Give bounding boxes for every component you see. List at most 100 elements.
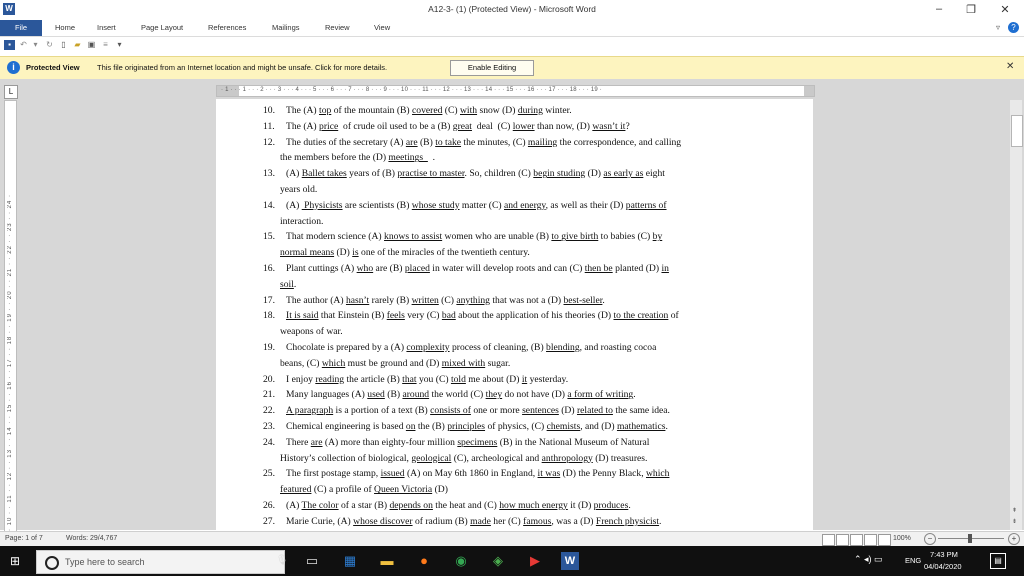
question-continuation: years old. — [280, 183, 318, 195]
zoom-level[interactable]: 100% — [893, 535, 911, 542]
question-text: Chocolate is prepared by a (A) complexit… — [286, 341, 657, 353]
print-preview-icon[interactable]: ▣ — [86, 40, 97, 50]
zoom-in-icon[interactable]: + — [1008, 533, 1020, 545]
question-text: Chemical engineering is based on the (B)… — [286, 420, 668, 432]
question-continuation: the members before the (D) meetings . — [280, 152, 436, 164]
prev-page-icon[interactable]: ⇞ — [1012, 507, 1017, 514]
app-icon[interactable]: ◈ — [489, 552, 507, 570]
new-document-icon[interactable]: ▯ — [58, 40, 69, 50]
protected-view-message[interactable]: This file originated from an Internet lo… — [97, 63, 387, 72]
question-number: 14. — [263, 199, 275, 211]
tab-home[interactable]: Home — [55, 23, 75, 32]
info-shield-icon: i — [7, 61, 20, 74]
question-item: 27. Marie Curie, (A) whose discover of ra… — [263, 514, 783, 530]
status-bar: Page: 1 of 7 Words: 29/4,767 100% − + — [0, 531, 1024, 547]
title-bar: W A12-3- (1) (Protected View) - Microsof… — [0, 0, 1024, 20]
question-text: The (A) top of the mountain (B) covered … — [286, 105, 572, 116]
scrollbar-thumb[interactable] — [1011, 115, 1023, 147]
question-number: 12. — [263, 136, 275, 148]
question-text: The (A) price of crude oil used to be a … — [286, 120, 630, 132]
tab-mailings[interactable]: Mailings — [272, 23, 300, 32]
quick-access-toolbar: ▪ ↶ ▾ ↻ ▯ ▰ ▣ ≡ ▾ — [0, 37, 1024, 54]
customize-qat-icon[interactable]: ▾ — [114, 40, 125, 50]
question-item: 21. Many languages (A) used (B) around th… — [263, 387, 783, 403]
vertical-ruler[interactable]: · 10 · · 11 · · 12 · · 13 · · 14 · · 15 … — [4, 100, 17, 532]
window-title: A12-3- (1) (Protected View) - Microsoft … — [428, 4, 596, 14]
tab-selector[interactable]: L — [4, 85, 18, 99]
question-continuation: interaction. — [280, 215, 324, 227]
vertical-scrollbar[interactable] — [1010, 100, 1022, 530]
question-number: 10. — [263, 105, 275, 116]
tab-insert[interactable]: Insert — [97, 23, 116, 32]
question-number: 22. — [263, 405, 275, 417]
help-icon[interactable]: ? — [1008, 22, 1019, 33]
full-screen-view-icon[interactable] — [836, 534, 849, 546]
next-page-icon[interactable]: ⇟ — [1012, 518, 1017, 525]
question-text: (A) Ballet takes years of (B) practise t… — [286, 168, 665, 180]
question-number: 26. — [263, 499, 275, 511]
document-body[interactable]: 10. The (A) top of the mountain (B) cover… — [263, 103, 783, 530]
system-tray-icons[interactable]: ⌃ ◂) ▭ — [854, 554, 883, 565]
vertical-ruler-numbers: · 10 · · 11 · · 12 · · 13 · · 14 · · 15 … — [7, 194, 13, 531]
enable-editing-button[interactable]: Enable Editing — [450, 60, 534, 76]
save-icon[interactable]: ▪ — [4, 40, 15, 50]
web-layout-view-icon[interactable] — [850, 534, 863, 546]
question-number: 11. — [263, 120, 275, 132]
tab-view[interactable]: View — [374, 23, 390, 32]
taskbar-search-box[interactable]: Type here to search — [36, 550, 285, 574]
outline-view-icon[interactable] — [864, 534, 877, 546]
chrome-icon[interactable]: ◉ — [452, 552, 470, 570]
microphone-icon[interactable]: 🎙 — [273, 552, 291, 570]
zoom-slider-thumb[interactable] — [968, 534, 972, 543]
clock-time[interactable]: 7:43 PM — [930, 550, 958, 559]
question-number: 24. — [263, 436, 275, 448]
ribbon-tabs: File Home Insert Page Layout References … — [0, 20, 1024, 37]
store-icon[interactable]: ▦ — [341, 552, 359, 570]
tab-file[interactable]: File — [0, 20, 42, 36]
question-number: 18. — [263, 310, 275, 322]
draft-view-icon[interactable] — [878, 534, 891, 546]
zoom-out-icon[interactable]: − — [924, 533, 936, 545]
dropdown-icon[interactable]: ▾ — [30, 40, 41, 50]
question-text: (A) Physicists are scientists (B) whose … — [286, 199, 667, 211]
question-number: 25. — [263, 468, 275, 480]
question-text: (A) The color of a star (B) depends on t… — [286, 499, 631, 511]
minimize-button[interactable]: – — [924, 3, 954, 15]
print-layout-view-icon[interactable] — [822, 534, 835, 546]
question-text: That modern science (A) knows to assist … — [286, 231, 663, 243]
open-folder-icon[interactable]: ▰ — [72, 40, 83, 50]
close-button[interactable]: ✕ — [990, 3, 1020, 16]
clock-date[interactable]: 04/04/2020 — [924, 562, 962, 571]
media-app-icon[interactable]: ▶ — [526, 552, 544, 570]
question-item: 10. The (A) top of the mountain (B) cover… — [263, 103, 783, 119]
question-text: Plant cuttings (A) who are (B) placed in… — [286, 262, 669, 274]
language-indicator[interactable]: ENG — [905, 556, 921, 565]
restore-button[interactable]: ❐ — [956, 3, 986, 16]
windows-start-icon[interactable]: ⊞ — [10, 555, 23, 568]
word-count[interactable]: Words: 29/4,767 — [66, 535, 117, 542]
question-text: The duties of the secretary (A) are (B) … — [286, 136, 682, 148]
question-item: 25. The first postage stamp, issued (A) o… — [263, 466, 783, 482]
word-taskbar-icon[interactable]: W — [561, 552, 579, 570]
redo-icon[interactable]: ↻ — [44, 40, 55, 50]
horizontal-ruler[interactable]: · 1 · · · 1 · · · 2 · · · 3 · · · 4 · · … — [216, 85, 815, 97]
page-count[interactable]: Page: 1 of 7 — [5, 535, 43, 542]
file-explorer-icon[interactable]: ▬ — [378, 552, 396, 570]
question-number: 20. — [263, 373, 275, 385]
tab-references[interactable]: References — [208, 23, 246, 32]
undo-icon[interactable]: ↶ — [18, 40, 29, 50]
format-icon[interactable]: ≡ — [100, 40, 111, 50]
ruler-numbers: · 1 · · · 1 · · · 2 · · · 3 · · · 4 · · … — [221, 87, 602, 93]
firefox-icon[interactable]: ● — [415, 552, 433, 570]
protected-view-label: Protected View — [26, 63, 80, 72]
protected-view-close-icon[interactable]: ✕ — [1006, 61, 1014, 72]
question-number: 27. — [263, 515, 275, 527]
question-continuation: soil. — [280, 278, 297, 290]
question-number: 21. — [263, 389, 275, 401]
question-continuation: History’s collection of biological, geol… — [280, 452, 648, 464]
notifications-icon[interactable]: ▤ — [990, 553, 1006, 569]
ribbon-collapse-icon[interactable]: ▿ — [996, 23, 1000, 32]
tab-review[interactable]: Review — [325, 23, 350, 32]
tab-page-layout[interactable]: Page Layout — [141, 23, 183, 32]
task-view-icon[interactable]: ▭ — [303, 552, 321, 570]
